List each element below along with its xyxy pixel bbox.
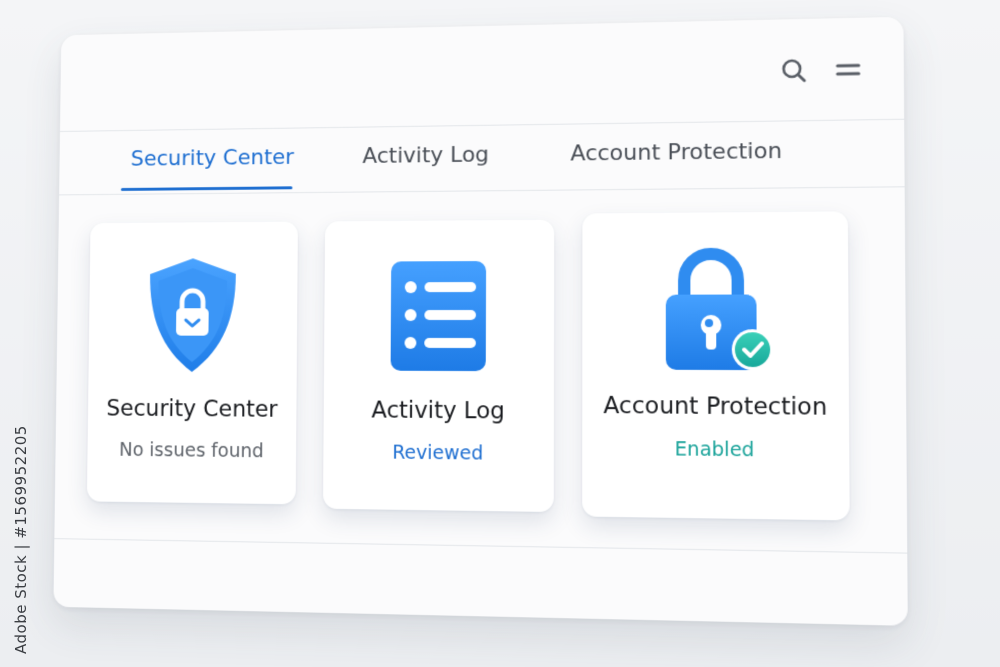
- shield-lock-icon: [130, 251, 255, 379]
- card-status: Reviewed: [392, 441, 484, 465]
- card-title: Activity Log: [371, 397, 505, 425]
- search-icon[interactable]: [780, 57, 807, 84]
- card-title: Account Protection: [603, 392, 828, 421]
- card-activity-log[interactable]: Activity Log Reviewed: [322, 219, 555, 513]
- card-security-center[interactable]: Security Center No issues found: [86, 221, 298, 505]
- card-account-protection[interactable]: Account Protection Enabled: [582, 211, 850, 521]
- tab-activity-log[interactable]: Activity Log: [362, 143, 489, 181]
- app-window: Security Center Activity Log Account Pro…: [53, 16, 908, 626]
- tab-account-protection[interactable]: Account Protection: [570, 139, 782, 179]
- tab-bar: Security Center Activity Log Account Pro…: [59, 118, 905, 196]
- card-status: No issues found: [118, 439, 264, 463]
- title-bar: [59, 16, 905, 132]
- list-document-icon: [374, 250, 503, 380]
- card-status: Enabled: [674, 438, 755, 462]
- side-watermark: Adobe Stock | #1569952205: [12, 425, 30, 655]
- menu-icon[interactable]: [834, 56, 861, 83]
- stage: Adobe Stock | #1569952205 Security Cente…: [0, 0, 1000, 667]
- card-title: Security Center: [106, 395, 278, 423]
- tab-security-center[interactable]: Security Center: [130, 145, 295, 183]
- padlock-check-icon: [647, 242, 781, 375]
- footer-divider: [54, 538, 908, 554]
- active-tab-indicator: [120, 186, 293, 191]
